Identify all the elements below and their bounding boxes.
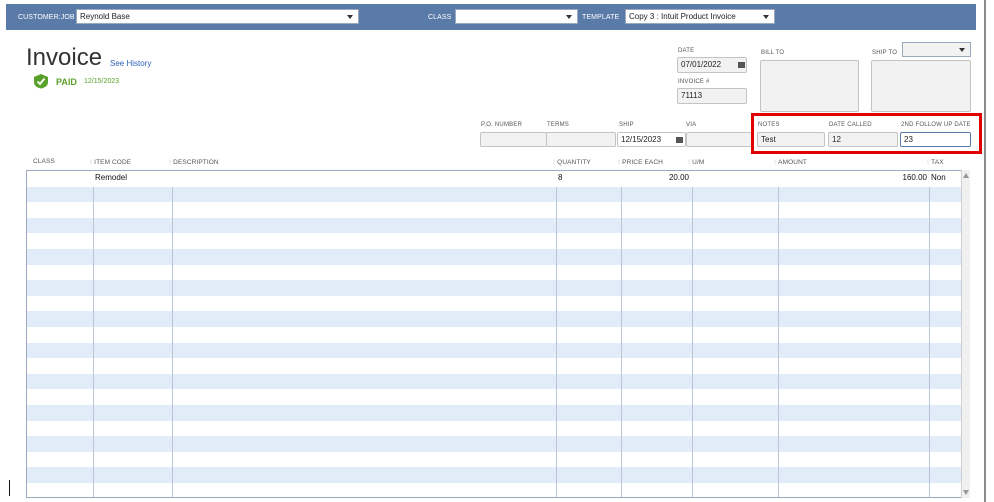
calendar-icon[interactable]	[738, 62, 745, 68]
column-divider	[929, 171, 930, 497]
column-divider	[692, 171, 693, 497]
column-header-class[interactable]: CLASS	[33, 158, 55, 165]
po-number-field[interactable]	[480, 132, 547, 147]
table-row[interactable]	[27, 280, 961, 296]
page-title: Invoice	[26, 44, 103, 71]
see-history-link[interactable]: See History	[110, 59, 151, 68]
calendar-icon[interactable]	[676, 137, 683, 143]
paid-date: 12/15/2023	[84, 78, 120, 85]
cell-tax[interactable]: Non	[931, 173, 946, 182]
via-label: VIA	[686, 122, 697, 128]
column-header-quantity[interactable]: ⁝ QUANTITY	[553, 158, 591, 166]
ship-date-field[interactable]: 12/15/2023	[617, 132, 686, 147]
table-row[interactable]	[27, 358, 961, 374]
table-row[interactable]	[27, 342, 961, 359]
table-row[interactable]	[27, 405, 961, 421]
column-header-um[interactable]: ⁝ U/M	[688, 158, 704, 166]
column-divider	[556, 171, 557, 497]
column-header-description[interactable]: ⁝ DESCRIPTION	[169, 158, 219, 166]
table-row[interactable]	[27, 233, 961, 249]
column-divider	[621, 171, 622, 497]
ship-date-value: 12/15/2023	[621, 135, 662, 144]
table-row[interactable]	[27, 373, 961, 390]
table-scrollbar[interactable]	[961, 170, 970, 498]
ship-to-dropdown[interactable]	[902, 42, 971, 57]
column-divider	[93, 171, 94, 497]
ship-date-label: SHIP	[619, 122, 634, 128]
paid-check-icon	[34, 74, 48, 89]
column-divider	[778, 171, 779, 497]
cell-quantity[interactable]: 8	[558, 173, 562, 182]
table-row[interactable]	[27, 265, 961, 281]
table-row[interactable]	[27, 327, 961, 343]
paid-status-label: PAID	[56, 77, 77, 87]
line-items-header: CLASS ⁝ ITEM CODE ⁝ DESCRIPTION ⁝ QUANTITY …	[26, 158, 962, 170]
table-row[interactable]	[27, 217, 961, 234]
table-row[interactable]	[27, 436, 961, 452]
table-row[interactable]	[27, 186, 961, 203]
table-row[interactable]	[27, 296, 961, 312]
scroll-down-icon[interactable]	[963, 490, 969, 495]
ship-to-label: SHIP TO	[872, 50, 898, 56]
column-header-item-code[interactable]: ⁝ ITEM CODE	[90, 158, 131, 166]
bill-to-label: BILL TO	[761, 50, 785, 56]
date-field[interactable]: 07/01/2022	[677, 57, 747, 73]
template-label: TEMPLATE	[582, 14, 620, 21]
dropdown-arrow-icon	[565, 10, 573, 23]
ship-to-box[interactable]	[871, 60, 971, 112]
via-dropdown[interactable]	[686, 132, 752, 147]
text-cursor	[9, 480, 10, 496]
invoice-number-value: 71113	[681, 91, 703, 100]
dropdown-arrow-icon	[609, 133, 612, 148]
customer-job-dropdown[interactable]: Reynold Base	[76, 9, 359, 24]
dropdown-arrow-icon	[762, 10, 770, 23]
table-row[interactable]	[27, 421, 961, 437]
table-row[interactable]	[27, 202, 961, 218]
scroll-up-icon[interactable]	[963, 173, 969, 178]
highlight-box	[751, 113, 982, 154]
table-row[interactable]	[27, 249, 961, 265]
bill-to-box[interactable]	[760, 60, 859, 112]
table-row[interactable]	[27, 483, 961, 497]
table-row[interactable]: Remodel 8 20.00 160.00 Non	[27, 171, 961, 187]
po-number-label: P.O. NUMBER	[481, 122, 523, 128]
template-value: Copy 3 : Intuit Product Invoice	[629, 12, 736, 21]
template-dropdown[interactable]: Copy 3 : Intuit Product Invoice	[625, 9, 775, 24]
customer-job-label: CUSTOMER:JOB	[18, 14, 75, 21]
column-header-price-each[interactable]: ⁝ PRICE EACH	[618, 158, 663, 166]
cell-item-code[interactable]: Remodel	[95, 173, 127, 182]
cell-price-each[interactable]: 20.00	[623, 173, 689, 182]
window-edge	[984, 0, 986, 502]
customer-job-value: Reynold Base	[80, 12, 130, 21]
line-items-table[interactable]: Remodel 8 20.00 160.00 Non	[26, 170, 962, 498]
date-label: DATE	[678, 48, 695, 54]
terms-dropdown[interactable]	[546, 132, 616, 147]
cell-amount[interactable]: 160.00	[780, 173, 927, 182]
invoice-number-field[interactable]: 71113	[677, 88, 747, 104]
invoice-top-bar: CUSTOMER:JOB Reynold Base CLASS TEMPLATE…	[6, 4, 976, 30]
table-row[interactable]	[27, 311, 961, 327]
dropdown-arrow-icon	[958, 43, 966, 56]
column-header-tax[interactable]: ⁝ TAX	[927, 158, 944, 166]
class-label: CLASS	[428, 14, 452, 21]
date-value: 07/01/2022	[681, 60, 722, 69]
table-row[interactable]	[27, 452, 961, 468]
dropdown-arrow-icon	[346, 10, 354, 23]
column-divider	[172, 171, 173, 497]
column-header-amount[interactable]: ⁝ AMOUNT	[774, 158, 807, 166]
terms-label: TERMS	[547, 122, 569, 128]
table-row[interactable]	[27, 389, 961, 405]
table-row[interactable]	[27, 467, 961, 483]
invoice-number-label: INVOICE #	[678, 79, 710, 85]
class-dropdown[interactable]	[455, 9, 578, 24]
